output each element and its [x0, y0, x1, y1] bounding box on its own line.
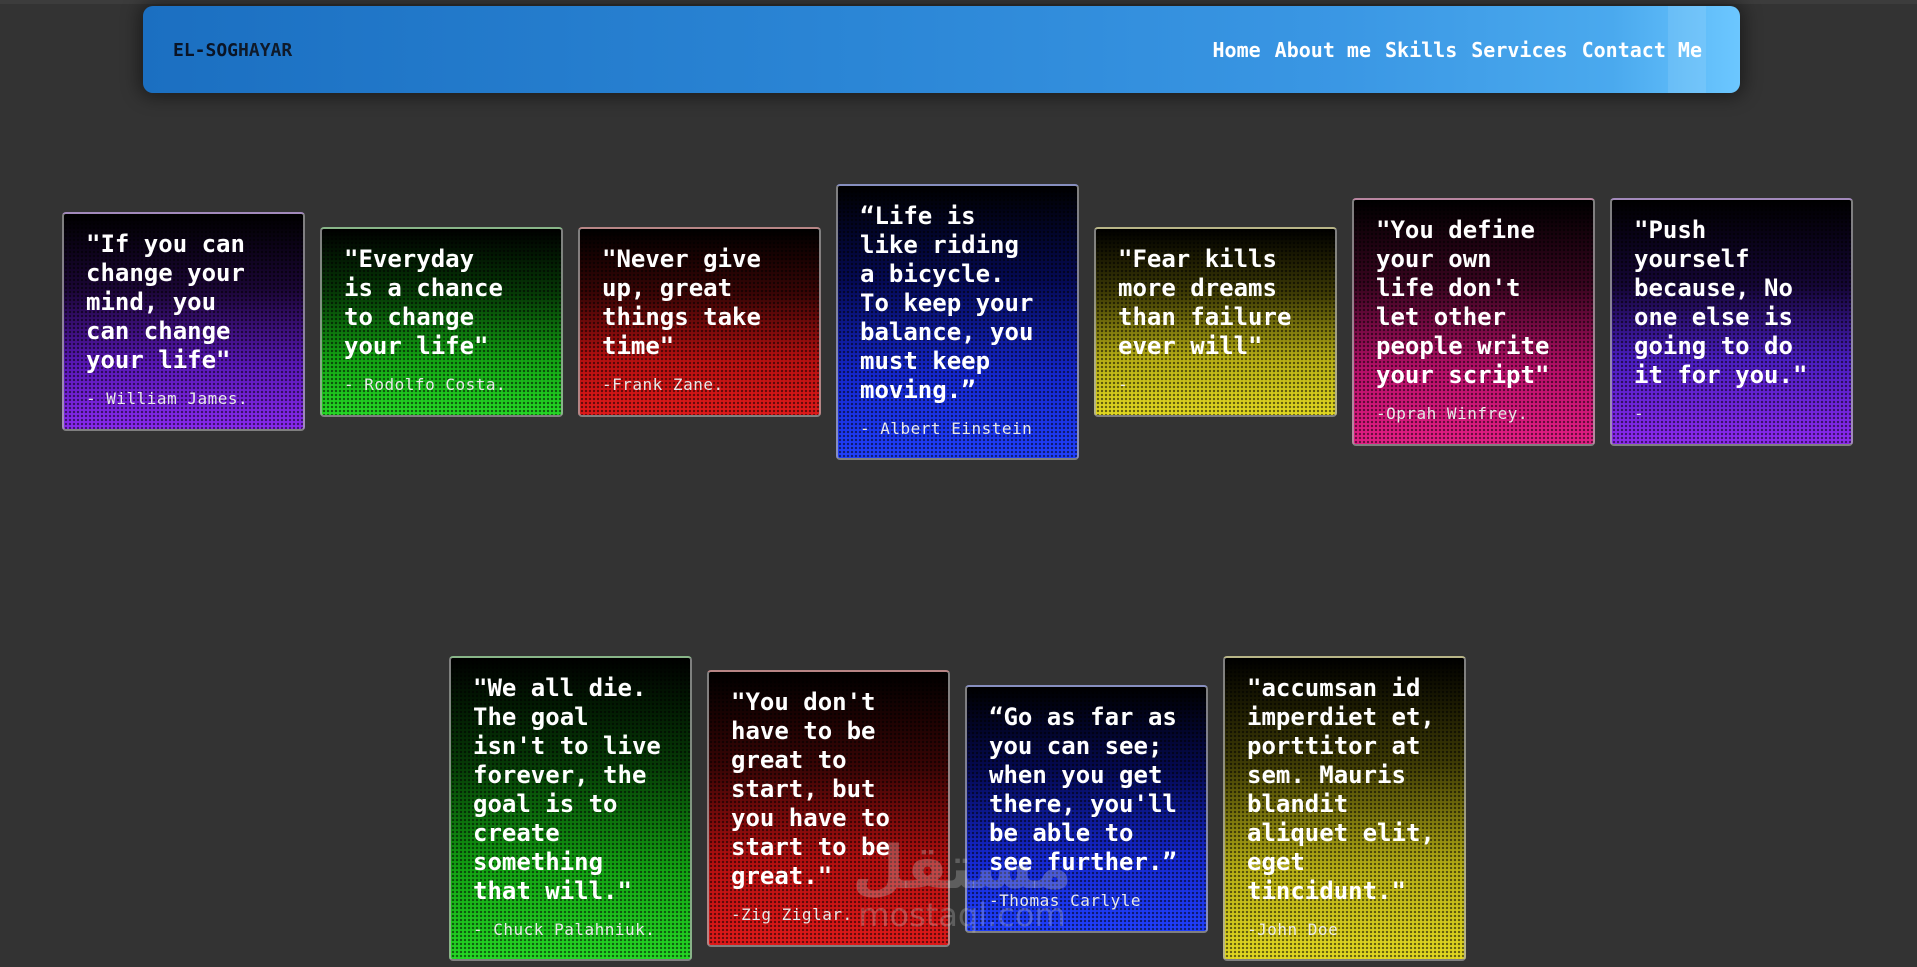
quote-text: “Life is like riding a bicycle. To keep …: [860, 202, 1034, 404]
quote-text: "accumsan id imperdiet et, porttitor at …: [1247, 674, 1435, 905]
quote-author: - William James.: [86, 389, 249, 408]
quote-card[interactable]: "You define your own life don't let othe…: [1352, 198, 1595, 446]
quote-card[interactable]: "If you can change your mind, you can ch…: [62, 212, 305, 431]
quote-text: "Never give up, great things take time": [602, 245, 761, 360]
quote-text: "Fear kills more dreams than failure eve…: [1118, 245, 1292, 360]
nav-link-home[interactable]: Home: [1213, 38, 1261, 62]
quote-author: - Albert Einstein: [860, 419, 1033, 438]
quote-text: "You define your own life don't let othe…: [1376, 216, 1550, 389]
quote-card[interactable]: “Life is like riding a bicycle. To keep …: [836, 184, 1079, 460]
site-logo[interactable]: EL-SOGHAYAR: [173, 40, 292, 61]
quote-author: -Thomas Carlyle: [989, 891, 1141, 910]
quote-text: “Go as far as you can see; when you get …: [989, 703, 1177, 876]
main-nav: Home About me Skills Services Contact Me: [1213, 38, 1703, 62]
quote-card[interactable]: "We all die. The goal isn't to live fore…: [449, 656, 692, 961]
quote-author: -Zig Ziglar.: [731, 905, 853, 924]
quote-card[interactable]: "You don't have to be great to start, bu…: [707, 670, 950, 947]
quote-card[interactable]: "Push yourself because, No one else is g…: [1610, 198, 1853, 446]
quote-text: "Everyday is a chance to change your lif…: [344, 245, 503, 360]
quote-author: -: [1118, 375, 1129, 394]
navbar: EL-SOGHAYAR Home About me Skills Service…: [143, 6, 1740, 93]
nav-link-about[interactable]: About me: [1275, 38, 1371, 62]
quote-card[interactable]: “Go as far as you can see; when you get …: [965, 685, 1208, 933]
nav-link-skills[interactable]: Skills: [1385, 38, 1457, 62]
quote-text: "You don't have to be great to start, bu…: [731, 688, 890, 890]
browser-top-line: [0, 0, 1917, 4]
quote-card[interactable]: "Never give up, great things take time" …: [578, 227, 821, 417]
quote-card[interactable]: "accumsan id imperdiet et, porttitor at …: [1223, 656, 1466, 961]
quote-author: -Frank Zane.: [602, 375, 724, 394]
quote-author: - Rodolfo Costa.: [344, 375, 507, 394]
logo-part1: EL-SOG: [173, 40, 239, 61]
quote-author: -Oprah Winfrey.: [1376, 404, 1528, 423]
logo-part2: HAYAR: [238, 40, 293, 61]
nav-link-contact[interactable]: Contact Me: [1582, 38, 1702, 62]
quote-text: "We all die. The goal isn't to live fore…: [473, 674, 661, 905]
quote-text: "If you can change your mind, you can ch…: [86, 230, 245, 374]
quote-author: -John Doe: [1247, 920, 1339, 939]
quote-text: "Push yourself because, No one else is g…: [1634, 216, 1808, 389]
quote-author: -: [1634, 404, 1645, 423]
nav-link-services[interactable]: Services: [1471, 38, 1567, 62]
quote-card[interactable]: "Everyday is a chance to change your lif…: [320, 227, 563, 417]
quote-author: - Chuck Palahniuk.: [473, 920, 656, 939]
quote-card[interactable]: "Fear kills more dreams than failure eve…: [1094, 227, 1337, 417]
